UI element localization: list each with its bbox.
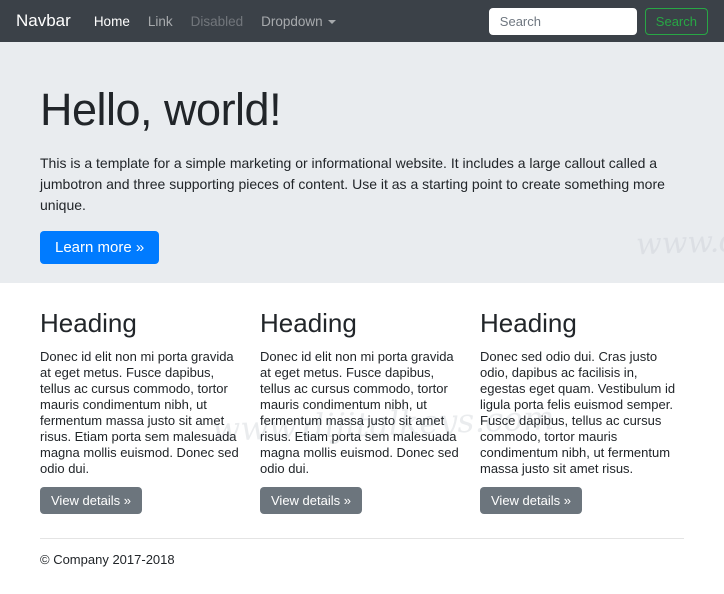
content-column-1: Heading Donec id elit non mi porta gravi… (40, 308, 244, 515)
caret-down-icon (327, 19, 336, 24)
nav-item-dropdown[interactable]: Dropdown (252, 14, 345, 29)
nav-item-disabled: Disabled (190, 13, 244, 29)
navbar-nav: Home Link Disabled Dropdown (85, 14, 345, 29)
nav-item-link[interactable]: Link (139, 14, 182, 29)
column-text: Donec id elit non mi porta gravida at eg… (260, 349, 459, 477)
copyright-text: © Company 2017-2018 (40, 552, 175, 568)
view-details-button-1[interactable]: View details » (40, 487, 142, 515)
content: Heading Donec id elit non mi porta gravi… (0, 283, 724, 567)
page: Navbar Home Link Disabled Dropdown Searc… (0, 0, 724, 594)
footer-divider (40, 538, 684, 540)
dropdown-label: Dropdown (261, 13, 323, 29)
column-heading: Heading (480, 308, 577, 338)
search-button[interactable]: Search (644, 7, 708, 35)
column-text: Donec id elit non mi porta gravida at eg… (40, 349, 239, 477)
column-text: Donec sed odio dui. Cras justo odio, dap… (480, 349, 676, 477)
search-form: Search (488, 7, 708, 35)
jumbotron-title: Hello, world! (40, 84, 282, 135)
column-heading: Heading (40, 308, 137, 338)
footer: © Company 2017-2018 (40, 552, 684, 567)
view-details-button-3[interactable]: View details » (480, 487, 582, 515)
navbar: Navbar Home Link Disabled Dropdown Searc… (0, 0, 724, 42)
search-input[interactable] (488, 7, 637, 35)
learn-more-button[interactable]: Learn more » (40, 230, 160, 264)
navbar-brand[interactable]: Navbar (16, 11, 71, 31)
nav-item-home[interactable]: Home (85, 14, 139, 29)
content-column-2: Heading Donec id elit non mi porta gravi… (260, 308, 464, 515)
view-details-button-2[interactable]: View details » (260, 487, 362, 515)
jumbotron: Hello, world! This is a template for a s… (0, 42, 724, 283)
column-heading: Heading (260, 308, 357, 338)
jumbotron-lead: This is a template for a simple marketin… (40, 154, 665, 213)
content-column-3: Heading Donec sed odio dui. Cras justo o… (480, 308, 684, 515)
columns-row: Heading Donec id elit non mi porta gravi… (40, 283, 684, 515)
